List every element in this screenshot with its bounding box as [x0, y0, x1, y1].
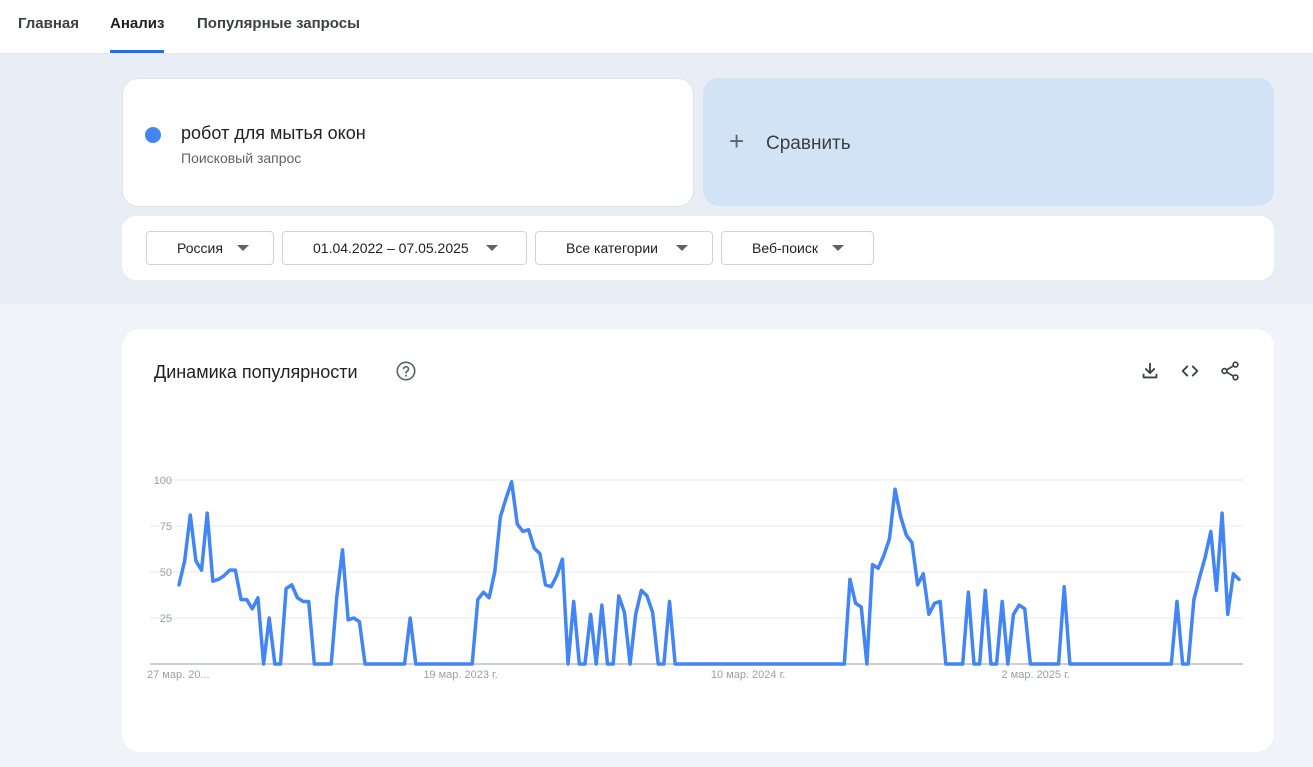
- x-tick-label: 10 мар. 2024 г.: [711, 669, 785, 681]
- filters-bar: Россия 01.04.2022 – 07.05.2025 Все катег…: [122, 216, 1274, 280]
- plus-icon: +: [729, 126, 745, 156]
- tab-analysis[interactable]: Анализ: [110, 0, 165, 53]
- top-nav: Главная Анализ Популярные запросы: [0, 0, 1313, 54]
- compare-label: Сравнить: [766, 133, 851, 154]
- y-axis-labels: 25 50 75 100: [154, 475, 172, 625]
- y-tick-label: 75: [160, 521, 172, 533]
- region-filter-label: Россия: [177, 240, 223, 256]
- search-type-label: Веб-поиск: [752, 240, 818, 256]
- date-range-filter[interactable]: 01.04.2022 – 07.05.2025: [282, 231, 527, 265]
- caret-down-icon: [676, 245, 688, 251]
- tab-popular-queries[interactable]: Популярные запросы: [197, 0, 360, 53]
- x-tick-label: 27 мар. 20...: [147, 669, 210, 681]
- caret-down-icon: [237, 245, 249, 251]
- line-chart: 25 50 75 100 27 мар. 20... 19 мар. 2023 г. 10…: [147, 475, 1243, 681]
- y-tick-label: 25: [160, 613, 172, 625]
- x-axis-labels: 27 мар. 20... 19 мар. 2023 г. 10 мар. 2024…: [147, 669, 1070, 681]
- x-tick-label: 19 мар. 2023 г.: [423, 669, 497, 681]
- caret-down-icon: [486, 245, 498, 251]
- search-type-filter[interactable]: Веб-поиск: [721, 231, 874, 265]
- date-range-label: 01.04.2022 – 07.05.2025: [313, 240, 469, 256]
- search-term-subtitle: Поисковый запрос: [181, 150, 302, 166]
- series-line: [177, 480, 1241, 666]
- term-color-dot: [145, 127, 161, 143]
- tab-home[interactable]: Главная: [18, 0, 79, 53]
- search-term-title[interactable]: робот для мытья окон: [181, 123, 366, 144]
- x-tick-label: 2 мар. 2025 г.: [1001, 669, 1069, 681]
- compare-button[interactable]: + Сравнить: [703, 78, 1274, 206]
- interest-over-time-card: Динамика популярности 25 50 75 100 27 мар. …: [122, 329, 1274, 752]
- search-term-card[interactable]: робот для мытья окон Поисковый запрос: [122, 78, 694, 207]
- category-filter-label: Все категории: [566, 240, 658, 256]
- category-filter[interactable]: Все категории: [535, 231, 713, 265]
- y-tick-label: 100: [154, 475, 172, 487]
- chart-grid: [150, 479, 1243, 665]
- region-filter[interactable]: Россия: [146, 231, 274, 265]
- y-tick-label: 50: [160, 567, 172, 579]
- caret-down-icon: [832, 245, 844, 251]
